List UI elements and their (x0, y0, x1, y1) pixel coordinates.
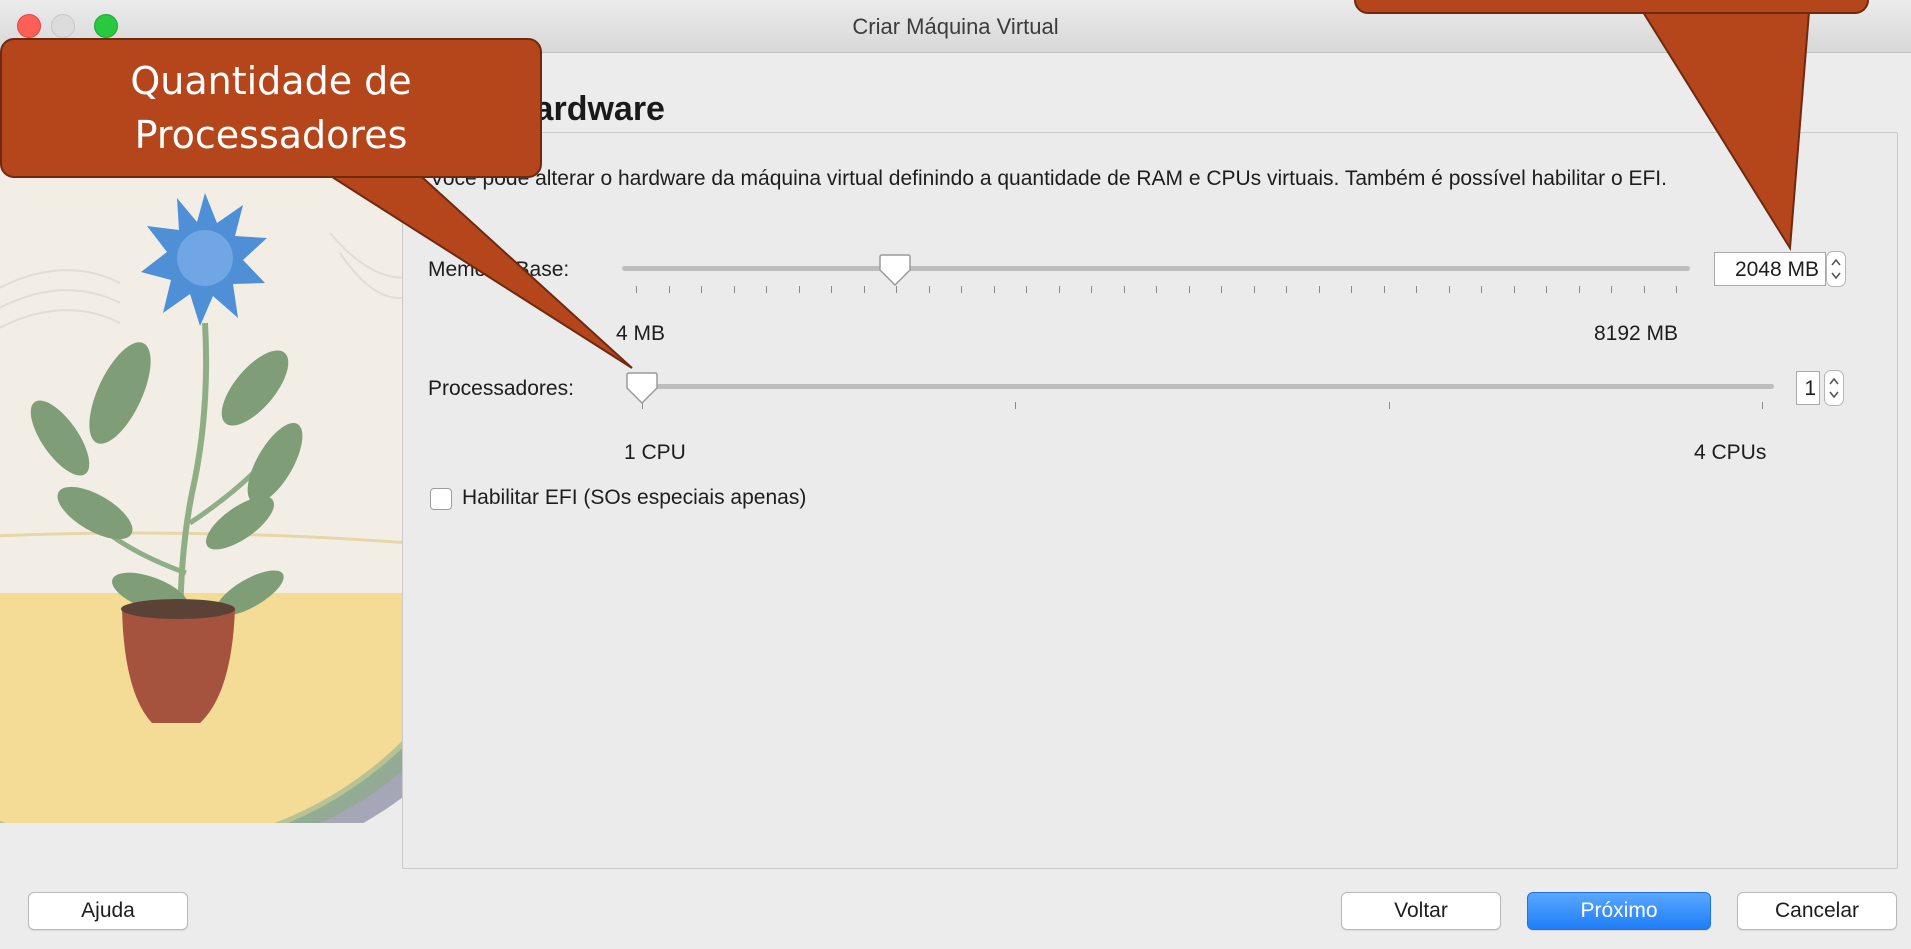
slider-tick (766, 286, 767, 293)
slider-tick (1318, 286, 1320, 293)
stepper-arrows-icon (1831, 258, 1841, 280)
processors-stepper[interactable] (1824, 370, 1844, 406)
slider-tick (863, 286, 865, 293)
memory-slider-track[interactable] (622, 266, 1690, 271)
enable-efi-label: Habilitar EFI (SOs especiais apenas) (462, 486, 807, 509)
memory-stepper[interactable] (1826, 251, 1846, 287)
slider-tick (798, 286, 800, 293)
create-vm-dialog: Criar Máquina Virtual Hardware Você pode… (0, 0, 1911, 949)
slider-tick (1253, 286, 1255, 293)
slider-tick (701, 286, 702, 293)
slider-tick (1481, 286, 1482, 293)
memory-max-label: 8192 MB (1594, 322, 1679, 345)
slider-tick (1643, 286, 1645, 293)
slider-tick (733, 286, 735, 293)
processors-slider-ticks (642, 402, 1763, 410)
slider-tick (928, 286, 930, 293)
processors-count-input[interactable]: 1 (1796, 371, 1820, 405)
slider-tick (1286, 286, 1287, 293)
slider-tick (636, 286, 637, 293)
slider-tick (1123, 286, 1125, 293)
processors-label: Processadores: (428, 377, 574, 400)
slider-tick (1221, 286, 1222, 293)
slider-tick (1578, 286, 1580, 293)
slider-tick (1513, 286, 1515, 293)
slider-tick (1091, 286, 1092, 293)
memory-slider-thumb[interactable] (878, 252, 912, 288)
slider-tick (1383, 286, 1385, 293)
stepper-arrows-icon (1829, 377, 1839, 399)
slider-tick (1388, 402, 1390, 409)
slider-tick (1015, 402, 1017, 409)
processors-slider-track[interactable] (630, 384, 1774, 389)
memory-callout (1354, 0, 1869, 14)
slider-tick (831, 286, 832, 293)
slider-tick (1058, 286, 1060, 293)
memory-size-input[interactable]: 2048 MB (1714, 252, 1826, 286)
slider-tick (993, 286, 995, 293)
processors-max-label: 4 CPUs (1694, 441, 1767, 464)
help-button[interactable]: Ajuda (28, 892, 188, 930)
window-title: Criar Máquina Virtual (852, 14, 1059, 39)
processors-min-label: 1 CPU (624, 441, 686, 464)
memory-label: Memória Base: (428, 258, 570, 281)
back-button[interactable]: Voltar (1341, 892, 1501, 930)
processors-callout: Quantidade de Processadores (0, 38, 542, 178)
slider-tick (1026, 286, 1027, 293)
slider-tick (1351, 286, 1352, 293)
processors-slider-thumb[interactable] (625, 370, 659, 406)
slider-tick (1676, 286, 1677, 293)
slider-tick (961, 286, 962, 293)
slider-tick (1448, 286, 1450, 293)
slider-tick (668, 286, 670, 293)
page-description: Você pode alterar o hardware da máquina … (430, 167, 1667, 190)
enable-efi-checkbox[interactable] (430, 488, 452, 510)
slider-tick (1188, 286, 1190, 293)
next-button[interactable]: Próximo (1527, 892, 1711, 930)
slider-tick (1546, 286, 1547, 293)
cancel-button[interactable]: Cancelar (1737, 892, 1897, 930)
slider-tick (1416, 286, 1417, 293)
memory-min-label: 4 MB (616, 322, 666, 345)
slider-tick (1611, 286, 1612, 293)
memory-slider-ticks (636, 286, 1677, 294)
slider-tick (1156, 286, 1157, 293)
slider-tick (1762, 402, 1763, 409)
